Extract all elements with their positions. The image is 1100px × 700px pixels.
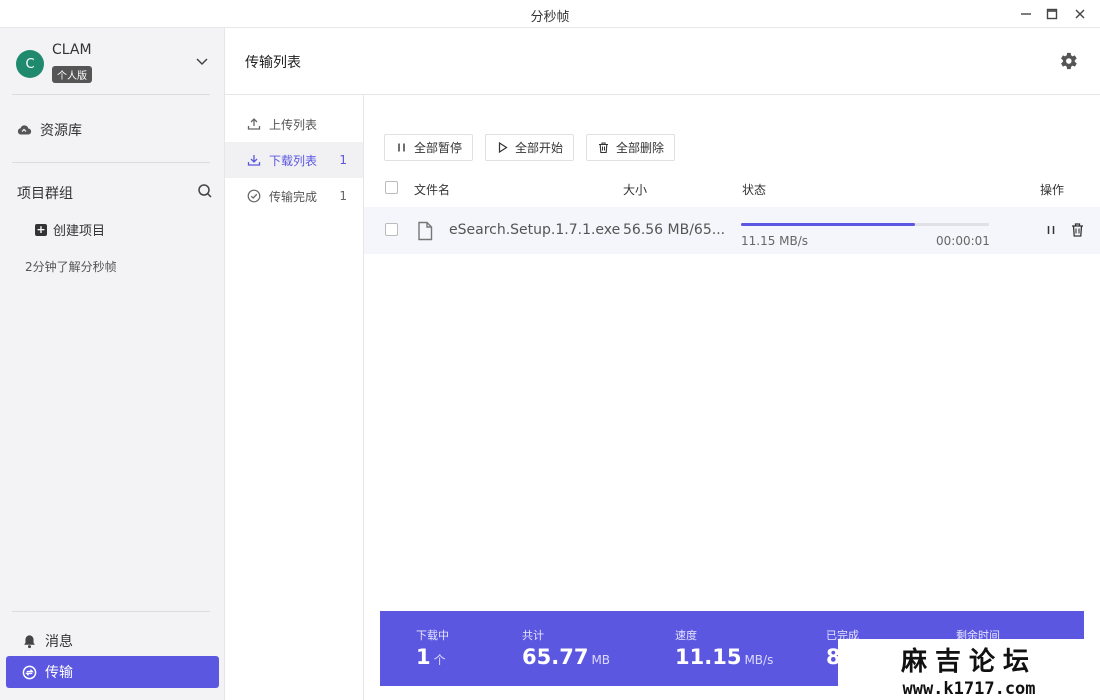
username: CLAM <box>52 42 92 58</box>
file-icon <box>418 221 433 241</box>
sidebar-item-label: 资源库 <box>40 123 82 139</box>
create-project-label: 创建项目 <box>53 224 106 239</box>
search-icon[interactable] <box>196 182 214 200</box>
play-icon <box>498 141 508 154</box>
subnav-item-label: 下载列表 <box>269 153 318 168</box>
subnav-item-label: 上传列表 <box>269 117 318 132</box>
subnav-item-count: 1 <box>339 153 347 167</box>
divider <box>12 94 210 95</box>
progress-fill <box>741 223 915 226</box>
create-project-button[interactable]: + 创建项目 <box>35 220 105 239</box>
delete-all-label: 全部删除 <box>616 141 665 155</box>
stat-unit: MB <box>591 653 611 667</box>
watermark-url: www.k1717.com <box>902 679 1036 699</box>
column-header-filename: 文件名 <box>414 183 451 197</box>
download-speed: 11.15 MB/s <box>741 234 809 248</box>
pause-all-label: 全部暂停 <box>414 141 463 155</box>
stat-speed: 速度 11.15 MB/s <box>675 627 773 669</box>
sidebar-item-transfer[interactable]: 传输 <box>6 656 219 688</box>
page-title: 传输列表 <box>245 55 301 71</box>
subnav-item-label: 传输完成 <box>269 189 318 204</box>
main-header: 传输列表 <box>225 28 1100 95</box>
stat-value: 65.77 <box>522 645 589 669</box>
pause-icon <box>398 143 405 152</box>
project-group-title: 项目群组 <box>17 186 73 202</box>
file-size: 56.56 MB/65... <box>623 222 726 238</box>
trash-icon <box>599 142 608 154</box>
start-all-button[interactable]: 全部开始 <box>485 134 575 161</box>
watermark: 麻吉论坛 www.k1717.com <box>838 639 1100 700</box>
sidebar: C CLAM 个人版 资源库 项目群组 + 创建项目 2分钟了解分秒帧 消息 传… <box>0 28 225 700</box>
trash-icon[interactable] <box>1070 222 1085 238</box>
start-all-label: 全部开始 <box>515 141 564 155</box>
upload-icon <box>247 118 261 130</box>
download-progress-bar <box>741 223 989 226</box>
gear-icon[interactable] <box>1057 50 1079 72</box>
bell-icon <box>24 634 35 648</box>
subnav-item-completed[interactable]: 传输完成 1 <box>225 178 363 214</box>
stat-label: 共计 <box>522 629 544 642</box>
subnav-item-download[interactable]: 下载列表 1 <box>225 142 363 178</box>
stat-label: 下载中 <box>416 629 449 642</box>
subnav-item-count: 1 <box>339 189 347 203</box>
subnav-item-upload[interactable]: 上传列表 <box>225 106 363 142</box>
time-remaining: 00:00:01 <box>936 234 990 248</box>
stat-value-row: 1个 <box>416 645 449 669</box>
transfer-icon <box>22 665 37 679</box>
cloud-icon <box>17 125 32 135</box>
window-title: 分秒帧 <box>530 10 570 25</box>
stat-value-row: 11.15 MB/s <box>675 645 773 669</box>
stat-unit: MB/s <box>744 653 774 667</box>
stat-label: 速度 <box>675 629 697 642</box>
sidebar-item-label: 消息 <box>45 634 73 650</box>
row-checkbox[interactable] <box>385 223 398 236</box>
avatar: C <box>16 50 44 78</box>
plus-icon: + <box>35 222 47 236</box>
pause-all-button[interactable]: 全部暂停 <box>384 134 474 161</box>
delete-all-button[interactable]: 全部删除 <box>586 134 676 161</box>
chevron-down-icon[interactable] <box>193 52 211 70</box>
divider <box>12 162 210 163</box>
close-icon[interactable] <box>1070 4 1090 24</box>
guide-link[interactable]: 2分钟了解分秒帧 <box>25 258 117 275</box>
stat-value: 1 <box>416 645 431 669</box>
table-row[interactable]: eSearch.Setup.1.7.1.exe 56.56 MB/65... 1… <box>364 207 1100 254</box>
sidebar-item-label: 传输 <box>45 665 73 681</box>
title-bar: 分秒帧 <box>0 0 1100 28</box>
download-icon <box>247 155 261 166</box>
stat-downloading: 下载中 1个 <box>416 627 449 669</box>
profile-switcher[interactable]: C CLAM 个人版 <box>0 28 225 94</box>
stat-unit: 个 <box>433 653 446 667</box>
transfer-subnav: 上传列表 下载列表 1 传输完成 1 <box>225 95 364 700</box>
stat-total: 共计 65.77 MB <box>522 627 610 669</box>
column-header-size: 大小 <box>623 183 648 197</box>
watermark-title: 麻吉论坛 <box>900 647 1037 677</box>
stat-value-row: 65.77 MB <box>522 645 610 669</box>
check-circle-icon <box>247 189 261 203</box>
minimize-icon[interactable] <box>1016 4 1036 24</box>
maximize-icon[interactable] <box>1042 4 1062 24</box>
sidebar-item-messages[interactable]: 消息 <box>6 625 219 657</box>
sidebar-item-library[interactable]: 资源库 <box>16 118 82 142</box>
divider <box>12 611 210 612</box>
file-name: eSearch.Setup.1.7.1.exe <box>449 222 621 238</box>
pause-icon[interactable] <box>1044 223 1058 237</box>
stat-value: 11.15 <box>675 645 742 669</box>
select-all-checkbox[interactable] <box>385 181 398 194</box>
column-header-actions: 操作 <box>1040 183 1065 197</box>
plan-badge: 个人版 <box>52 66 92 83</box>
column-header-status: 状态 <box>742 183 767 197</box>
